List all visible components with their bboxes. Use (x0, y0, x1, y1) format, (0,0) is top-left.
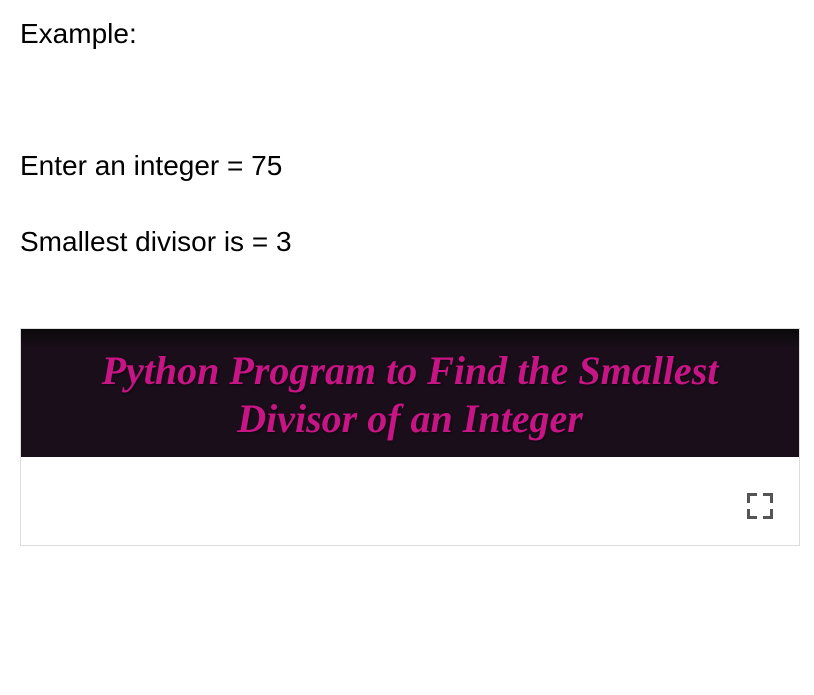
input-line: Enter an integer = 75 (20, 150, 794, 182)
output-line: Smallest divisor is = 3 (20, 226, 794, 258)
example-heading: Example: (20, 18, 794, 50)
video-thumbnail[interactable]: Python Program to Find the Smallest Divi… (21, 329, 799, 457)
video-controls-bar (21, 457, 799, 545)
fullscreen-icon[interactable] (747, 493, 773, 519)
video-title: Python Program to Find the Smallest Divi… (51, 347, 769, 443)
video-embed[interactable]: Python Program to Find the Smallest Divi… (20, 328, 800, 546)
